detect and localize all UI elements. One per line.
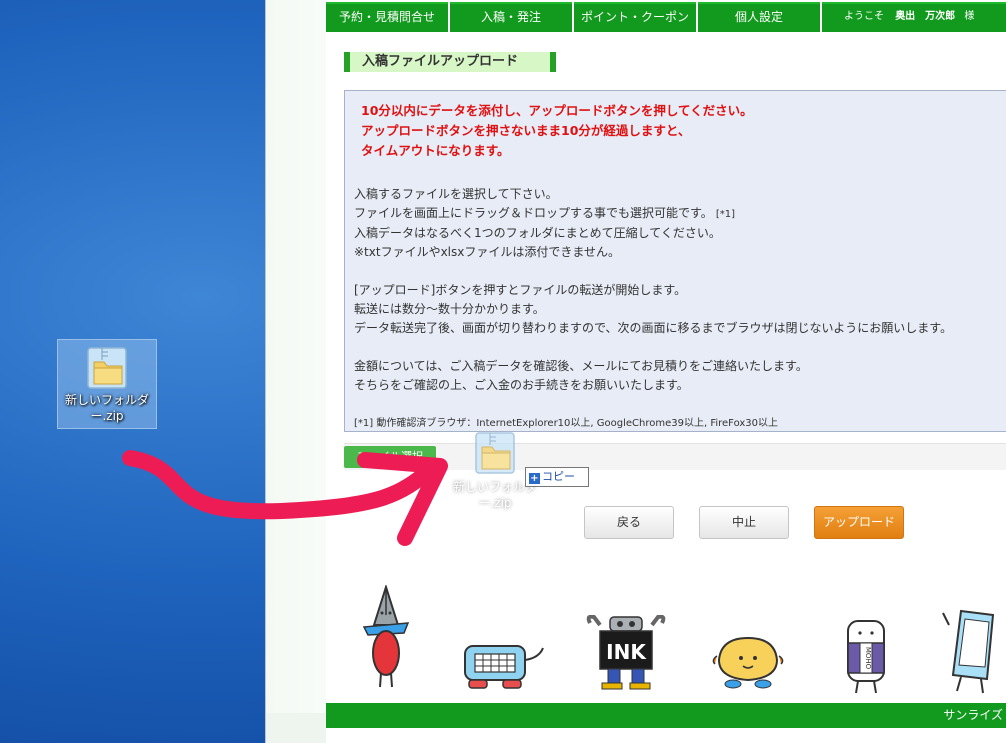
drag-arrow-annotation — [122, 450, 448, 546]
